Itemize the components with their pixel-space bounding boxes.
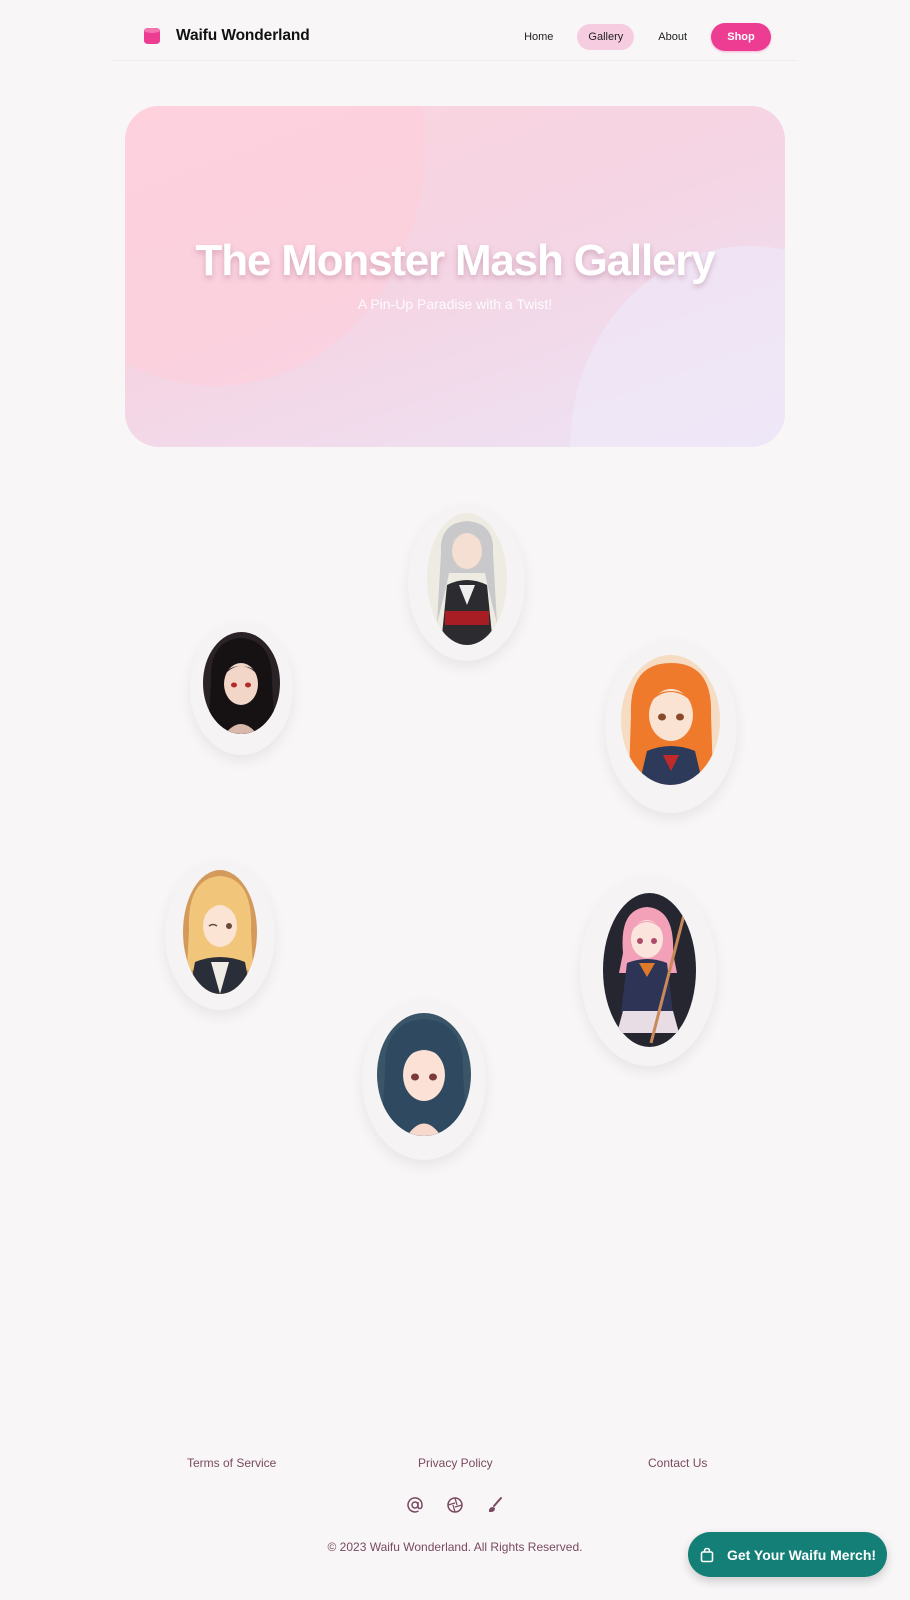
- shop-button[interactable]: Shop: [711, 23, 771, 51]
- hero-banner: The Monster Mash Gallery A Pin-Up Paradi…: [125, 106, 785, 447]
- site-header: Waifu Wonderland Home Gallery About Shop: [113, 0, 797, 61]
- cylinder-logo-icon: [143, 26, 161, 46]
- brand[interactable]: Waifu Wonderland: [143, 26, 310, 46]
- portrait-pink-hair[interactable]: [603, 893, 696, 1047]
- portrait-black-hair[interactable]: [203, 632, 280, 734]
- portrait-orange-hair[interactable]: [621, 655, 720, 785]
- portrait-silver-hair[interactable]: [427, 513, 507, 645]
- footer-link-contact[interactable]: Contact Us: [648, 1456, 707, 1470]
- merch-label: Get Your Waifu Merch!: [726, 1546, 877, 1563]
- aperture-icon[interactable]: [445, 1495, 465, 1515]
- brand-name: Waifu Wonderland: [176, 27, 310, 44]
- hero-subtitle: A Pin-Up Paradise with a Twist!: [357, 296, 553, 312]
- shopping-bag-icon: [700, 1547, 714, 1562]
- footer-link-terms[interactable]: Terms of Service: [187, 1456, 276, 1470]
- nav-home[interactable]: Home: [513, 24, 564, 50]
- at-sign-icon[interactable]: [405, 1495, 425, 1515]
- portrait-blonde-hair[interactable]: [183, 870, 257, 994]
- portrait-blue-hair[interactable]: [377, 1013, 471, 1136]
- paintbrush-icon[interactable]: [485, 1495, 505, 1515]
- footer-link-privacy[interactable]: Privacy Policy: [418, 1456, 493, 1470]
- nav-about[interactable]: About: [647, 24, 698, 50]
- main-nav: Home Gallery About Shop: [500, 23, 771, 51]
- nav-gallery[interactable]: Gallery: [577, 24, 635, 50]
- hero-title: The Monster Mash Gallery: [195, 236, 716, 285]
- get-merch-button[interactable]: Get Your Waifu Merch!: [688, 1532, 887, 1577]
